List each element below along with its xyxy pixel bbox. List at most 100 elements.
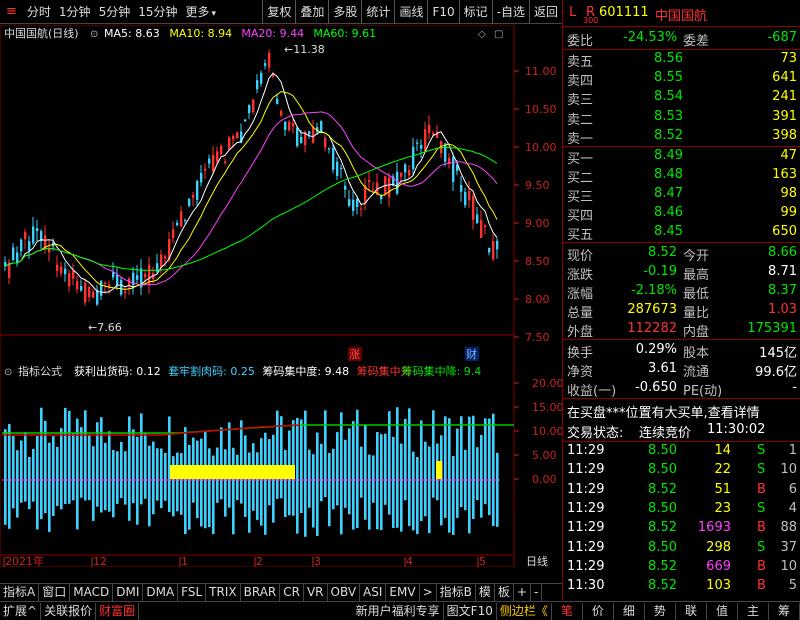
diamond-icon[interactable]: ◇ (478, 29, 486, 40)
indicator-tab-14[interactable]: 指标B (437, 584, 476, 601)
indicator-bar (16, 450, 19, 518)
indicator-bar (452, 456, 455, 535)
kline-chart[interactable]: 中国国航(日线) ⊙ MA5: 8.63 MA10: 8.94 MA20: 9.44 MA… (0, 24, 564, 568)
indicator-bar (448, 418, 451, 533)
indicator-tab-7[interactable]: BRAR (241, 584, 281, 601)
candle-body (176, 222, 179, 226)
period-tab-1[interactable]: 1分钟 (55, 0, 95, 24)
candle-body (340, 167, 343, 170)
candle-body (100, 280, 103, 296)
indicator-bar (52, 436, 55, 516)
side-tab-7[interactable]: 筹 (769, 602, 800, 620)
indicator-legend-4: 筹码集中降: 9.4 (402, 364, 482, 378)
toolbar-action-3[interactable]: 统计 (361, 0, 394, 24)
indicator-axis-label: 10.00 (532, 425, 562, 438)
collapse-icon[interactable]: ⊙ (90, 29, 98, 40)
toolbar-action-4[interactable]: 画线 (394, 0, 427, 24)
bottom-right-link-1[interactable]: 图文F10 (444, 602, 497, 620)
indicator-tab-10[interactable]: OBV (328, 584, 361, 601)
candle-body (260, 72, 263, 84)
indicator-tab-12[interactable]: EMV (386, 584, 420, 601)
indicator-bar (300, 419, 303, 514)
candle-body (308, 131, 311, 135)
bid-row: 买五 8.45 650 (567, 224, 797, 243)
candle-body (460, 184, 463, 192)
candle-body (68, 273, 71, 287)
indicator-bar (240, 420, 243, 504)
kline-chart-area[interactable]: 中国国航(日线) ⊙ MA5: 8.63 MA10: 8.94 MA20: 9.44 MA… (0, 24, 564, 568)
period-tab-3[interactable]: 15分钟 (134, 0, 181, 24)
indicator-bar (340, 412, 343, 535)
toolbar-action-0[interactable]: 复权 (262, 0, 295, 24)
indicator-tab-11[interactable]: ASI (360, 584, 387, 601)
toolbar-action-6[interactable]: 标记 (458, 0, 492, 24)
indicator-bar (100, 417, 103, 513)
candle-body (24, 232, 27, 240)
bottom-right-link-0[interactable]: 新用户福利专享 (353, 602, 444, 620)
indicator-tab-2[interactable]: MACD (70, 584, 114, 601)
indicator-tab-16[interactable]: 板 (495, 584, 514, 601)
window-icon[interactable]: ▢ (494, 29, 503, 40)
candle-body (64, 268, 67, 275)
period-tab-0[interactable]: 分时 (23, 0, 55, 24)
big-order-notice[interactable]: 在买盘***位置有大买单,查看详情 (563, 401, 800, 421)
indicator-bar (372, 455, 375, 503)
candle-body (400, 172, 403, 177)
indicator-tab-9[interactable]: VR (304, 584, 328, 601)
stat2-row: 净资 3.61 流通 99.6亿 (567, 361, 797, 380)
toolbar-action-2[interactable]: 多股 (328, 0, 361, 24)
indicator-tab-13[interactable]: > (420, 584, 437, 601)
indicator-bar (400, 443, 403, 532)
period-tab-2[interactable]: 5分钟 (95, 0, 135, 24)
indicator-tab-0[interactable]: 指标A (0, 584, 40, 601)
indicator-tab-6[interactable]: TRIX (206, 584, 241, 601)
tick-row: 11:29 8.52 51 B 6 (567, 481, 797, 497)
candle-body (184, 219, 187, 221)
indicator-tab-3[interactable]: DMI (113, 584, 144, 601)
bottom-tab-1[interactable]: 关联报价 (41, 602, 97, 620)
side-tab-4[interactable]: 联 (676, 602, 707, 620)
indicator-title: 指标公式 (18, 364, 62, 378)
indicator-tab-1[interactable]: 窗口 (39, 584, 71, 601)
indicator-tab-8[interactable]: CR (280, 584, 304, 601)
indicator-tab-4[interactable]: DMA (143, 584, 179, 601)
toolbar-action-5[interactable]: F10 (427, 0, 458, 24)
candle-body (268, 52, 271, 68)
toolbar-action-8[interactable]: 返回 (528, 0, 562, 24)
toolbar-action-1[interactable]: 叠加 (295, 0, 328, 24)
side-tab-3[interactable]: 势 (645, 602, 676, 620)
bottom-right-link-2[interactable]: 侧边栏《 (497, 602, 552, 620)
side-tab-6[interactable]: 主 (738, 602, 769, 620)
ask-row: 卖三 8.54 241 (567, 89, 797, 109)
ma20-line (4, 111, 498, 286)
period-tab-4[interactable]: 更多 ▾ (181, 0, 220, 24)
candle-body (192, 194, 195, 198)
indicator-bar (248, 452, 251, 533)
indicator-bar (180, 453, 183, 515)
indicator-axis-label: 15.00 (532, 401, 562, 414)
stat-row: 涨跌 -0.19 最高 8.71 (567, 264, 797, 283)
collapse-icon[interactable]: ⊙ (4, 367, 12, 378)
bottom-tab-0[interactable]: 扩展^ (0, 602, 42, 620)
side-tab-5[interactable]: 值 (707, 602, 738, 620)
ask-row: 卖一 8.52 398 (567, 127, 797, 147)
indicator-tab-18[interactable]: - (531, 584, 543, 601)
menu-button[interactable]: ≡ (0, 0, 23, 24)
indicator-bar (352, 421, 355, 530)
bottom-tab-2[interactable]: 财富圈 (96, 602, 140, 620)
indicator-tab-15[interactable]: 模 (476, 584, 495, 601)
indicator-axis-label: 20.00 (532, 377, 562, 390)
low-price-label: ←7.66 (88, 321, 122, 334)
side-tab-2[interactable]: 细 (614, 602, 645, 620)
candle-body (328, 148, 331, 150)
tick-row: 11:30 8.52 103 B 5 (567, 578, 797, 594)
toolbar-action-7[interactable]: -自选 (491, 0, 529, 24)
indicator-bar (60, 428, 63, 510)
candle-body (324, 137, 327, 148)
candle-body (336, 161, 339, 176)
side-tab-0[interactable]: 笔 (552, 602, 583, 620)
indicator-tab-17[interactable]: + (514, 584, 531, 601)
indicator-bar (492, 413, 495, 527)
side-tab-1[interactable]: 价 (583, 602, 614, 620)
indicator-tab-5[interactable]: FSL (178, 584, 207, 601)
